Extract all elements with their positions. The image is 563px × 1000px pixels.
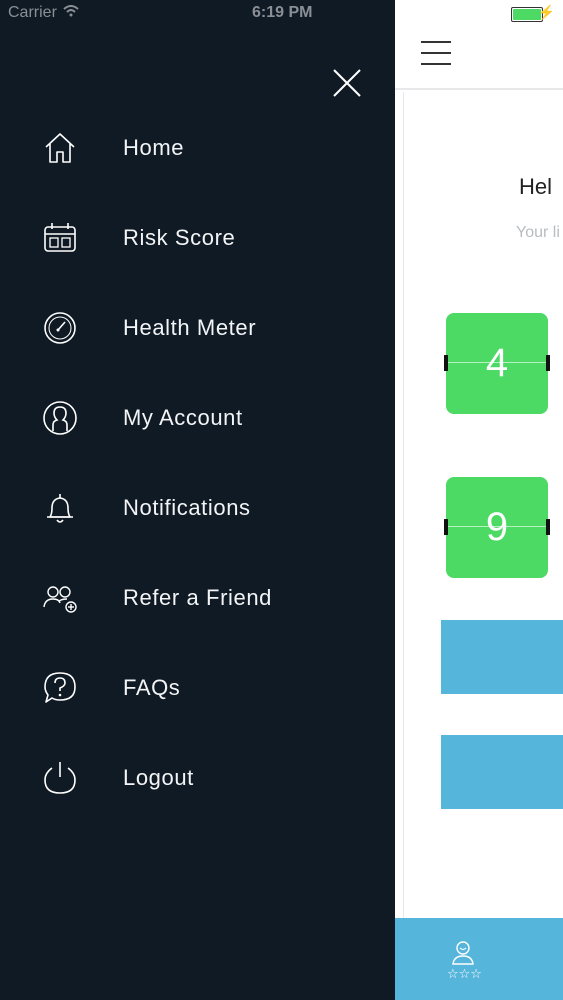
power-icon xyxy=(40,758,80,798)
flip-hinge xyxy=(546,519,550,535)
menu-item-risk-score[interactable]: Risk Score xyxy=(0,208,395,268)
gauge-icon xyxy=(40,308,80,348)
bottom-tab-bar: ☆☆☆ xyxy=(395,918,563,1000)
svg-text:☆☆☆: ☆☆☆ xyxy=(447,967,482,982)
flip-hinge xyxy=(444,355,448,371)
menu-item-health-meter[interactable]: Health Meter xyxy=(0,298,395,358)
action-button[interactable] xyxy=(441,735,563,809)
flip-digit: 9 xyxy=(485,505,509,549)
flip-divider xyxy=(446,526,548,527)
menu-item-notifications[interactable]: Notifications xyxy=(0,478,395,538)
menu-button[interactable] xyxy=(421,41,451,65)
flip-hinge xyxy=(444,519,448,535)
flip-counter-digit: 4 xyxy=(444,313,550,414)
hamburger-line xyxy=(421,63,451,65)
bell-icon xyxy=(40,488,80,528)
menu-item-label: FAQs xyxy=(123,675,181,700)
flip-hinge xyxy=(546,355,550,371)
user-icon xyxy=(40,398,80,438)
wifi-icon xyxy=(63,4,79,22)
menu-item-label: Refer a Friend xyxy=(123,585,273,610)
status-carrier-group: Carrier xyxy=(8,4,79,22)
close-menu-button[interactable] xyxy=(330,66,364,100)
flip-divider xyxy=(446,362,548,363)
menu-item-label: Home xyxy=(123,135,185,160)
hamburger-line xyxy=(421,41,451,43)
home-icon xyxy=(40,128,80,168)
status-time: 6:19 PM xyxy=(252,4,313,21)
main-screen: ⚡ Hel Your li 4 9 ☆☆☆ xyxy=(395,0,563,1000)
menu-item-label: My Account xyxy=(123,405,243,430)
hamburger-line xyxy=(421,52,451,54)
calendar-score-icon xyxy=(40,218,80,258)
greeting-text: Hel xyxy=(519,174,553,199)
rated-user-icon: ☆☆☆ xyxy=(447,941,482,982)
menu-item-label: Health Meter xyxy=(123,315,257,340)
flip-counter-digit: 9 xyxy=(444,477,550,578)
menu-item-label: Notifications xyxy=(123,495,251,520)
menu-item-label: Risk Score xyxy=(123,225,236,250)
carrier-label: Carrier xyxy=(8,4,57,21)
flip-digit: 4 xyxy=(485,341,509,385)
menu-item-label: Logout xyxy=(123,765,194,790)
question-bubble-icon xyxy=(40,668,80,708)
menu-item-logout[interactable]: Logout xyxy=(0,748,395,808)
menu-item-faqs[interactable]: FAQs xyxy=(0,658,395,718)
add-users-icon xyxy=(40,578,80,618)
greeting-subtitle: Your li xyxy=(516,224,560,241)
menu-item-my-account[interactable]: My Account xyxy=(0,388,395,448)
charging-icon: ⚡ xyxy=(537,4,555,20)
top-bar: ⚡ xyxy=(395,0,563,90)
menu-item-home[interactable]: Home xyxy=(0,118,395,178)
action-button[interactable] xyxy=(441,620,563,694)
menu-item-refer-a-friend[interactable]: Refer a Friend xyxy=(0,568,395,628)
close-icon xyxy=(333,69,361,97)
rated-user-tab[interactable]: ☆☆☆ xyxy=(439,938,487,984)
side-drawer: Carrier 6:19 PM Home Risk Score Health M… xyxy=(0,0,395,1000)
